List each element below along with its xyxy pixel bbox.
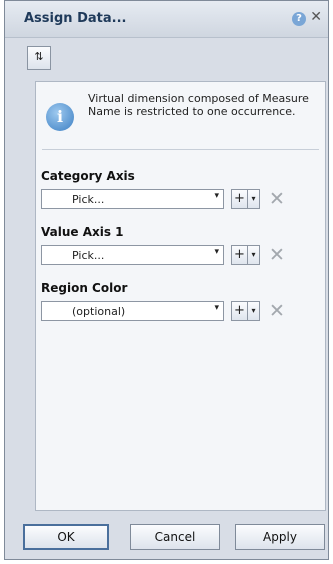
chevron-down-icon: ▾ (214, 247, 219, 257)
ok-button[interactable]: OK (23, 524, 109, 550)
category-axis-add-menu[interactable]: ▾ (248, 189, 260, 209)
swap-icon: ⇅ (34, 50, 44, 63)
value-axis-label: Value Axis 1 (41, 225, 124, 239)
category-axis-add-button[interactable]: + (231, 189, 248, 209)
info-icon: i (46, 103, 74, 131)
value-axis-add-button[interactable]: + (231, 245, 248, 265)
region-color-select[interactable]: (optional) ▾ (41, 301, 224, 321)
value-axis-remove-icon[interactable]: ✕ (269, 245, 285, 265)
category-axis-value: Pick... (72, 193, 105, 206)
help-icon[interactable]: ? (292, 12, 306, 26)
region-color-add-menu[interactable]: ▾ (248, 301, 260, 321)
swap-axes-button[interactable]: ⇅ (27, 46, 51, 70)
apply-button[interactable]: Apply (235, 524, 325, 550)
assign-data-dialog: Assign Data... ? ✕ ⇅ i Virtual dimension… (4, 0, 329, 560)
dialog-title: Assign Data... (24, 11, 127, 26)
category-axis-select[interactable]: Pick... ▾ (41, 189, 224, 209)
value-axis-select[interactable]: Pick... ▾ (41, 245, 224, 265)
divider (42, 149, 319, 150)
value-axis-add-menu[interactable]: ▾ (248, 245, 260, 265)
dialog-titlebar[interactable]: Assign Data... ? ✕ (5, 1, 328, 38)
region-color-add-button[interactable]: + (231, 301, 248, 321)
region-color-value: (optional) (72, 305, 126, 318)
category-axis-remove-icon[interactable]: ✕ (269, 189, 285, 209)
category-axis-label: Category Axis (41, 169, 135, 183)
value-axis-value: Pick... (72, 249, 105, 262)
close-icon[interactable]: ✕ (310, 9, 322, 25)
cancel-button[interactable]: Cancel (130, 524, 220, 550)
region-color-label: Region Color (41, 281, 128, 295)
chevron-down-icon: ▾ (214, 191, 219, 201)
info-message: Virtual dimension composed of Measure Na… (88, 92, 309, 118)
assignment-panel: i Virtual dimension composed of Measure … (35, 81, 326, 511)
chevron-down-icon: ▾ (214, 303, 219, 313)
region-color-remove-icon[interactable]: ✕ (269, 301, 285, 321)
